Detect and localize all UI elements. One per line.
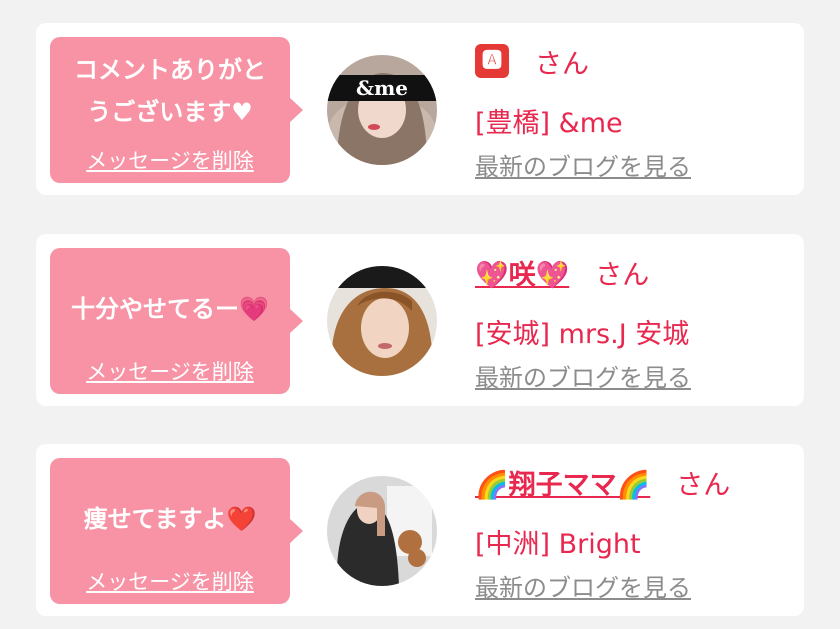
sender-name-row: 💖咲💖 さん — [475, 252, 649, 292]
sender-name[interactable]: 🌈翔子ママ🌈 — [475, 463, 650, 502]
avatar-overlay-label: &me — [356, 76, 408, 100]
comment-text: 十分やせてるー💗 — [71, 295, 269, 323]
avatar-image — [327, 55, 437, 165]
honorific-label: さん — [535, 48, 589, 80]
comment-text: コメントありがと うございます♥ — [74, 56, 266, 126]
sender-name[interactable]: 💖咲💖 — [475, 253, 569, 292]
message-card: 十分やせてるー💗 メッセージを削除 💖咲💖 さん [安城] mrs.J 安城 最… — [36, 234, 804, 406]
avatar[interactable] — [327, 476, 437, 586]
delete-message-link[interactable]: メッセージを削除 — [50, 566, 290, 596]
latest-blog-link[interactable]: 最新のブログを見る — [475, 358, 691, 393]
avatar[interactable]: &me — [327, 55, 437, 165]
sender-name-row: 🌈翔子ママ🌈 さん — [475, 462, 730, 502]
delete-message-link[interactable]: メッセージを削除 — [50, 145, 290, 175]
sender-name[interactable]: 🅰 — [475, 44, 509, 78]
comment-bubble: コメントありがと うございます♥ メッセージを削除 — [50, 37, 303, 183]
avatar[interactable] — [327, 266, 437, 376]
message-card: コメントありがと うございます♥ メッセージを削除 &me 🅰 さん [豊橋] … — [36, 23, 804, 195]
store-label: [安城] mrs.J 安城 — [475, 319, 690, 350]
honorific-label: さん — [676, 469, 731, 501]
sender-name-row: 🅰 さん — [475, 41, 589, 81]
comment-bubble: 十分やせてるー💗 メッセージを削除 — [50, 248, 303, 394]
store-label: [豊橋] &me — [475, 108, 623, 139]
delete-message-link[interactable]: メッセージを削除 — [50, 356, 290, 386]
message-card: 痩せてますよ❤️ メッセージを削除 🌈翔子ママ🌈 さん [中洲] Bright … — [36, 444, 804, 616]
honorific-label: さん — [595, 259, 650, 291]
store-label: [中洲] Bright — [475, 529, 641, 560]
latest-blog-link[interactable]: 最新のブログを見る — [475, 568, 691, 603]
comment-bubble: 痩せてますよ❤️ メッセージを削除 — [50, 458, 303, 604]
avatar-image — [327, 266, 437, 376]
avatar-image — [327, 476, 437, 586]
comment-text: 痩せてますよ❤️ — [83, 505, 257, 533]
latest-blog-link[interactable]: 最新のブログを見る — [475, 147, 691, 182]
